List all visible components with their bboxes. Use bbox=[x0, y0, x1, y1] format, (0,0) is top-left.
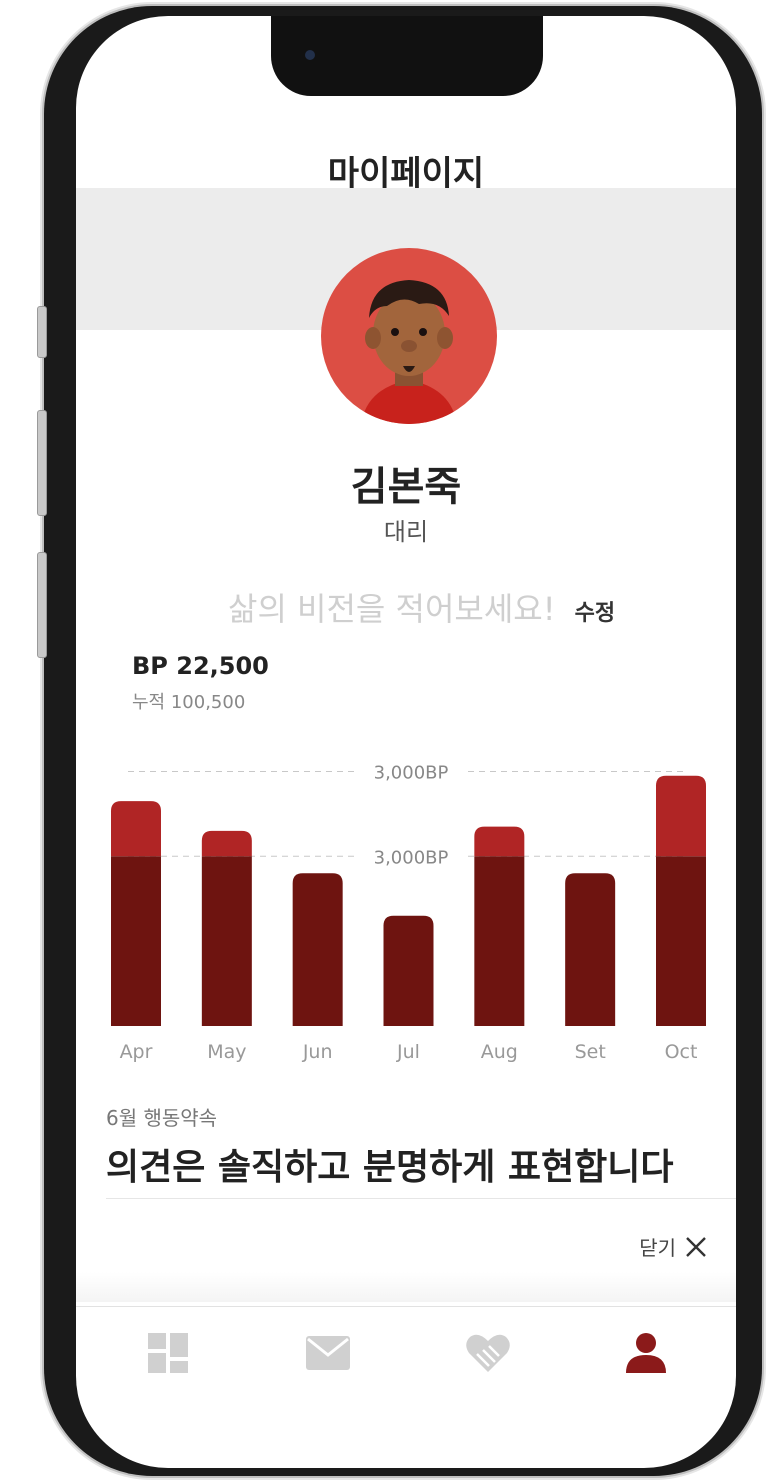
notch bbox=[271, 16, 543, 96]
bar-oct bbox=[656, 856, 706, 1026]
bar-may bbox=[201, 856, 252, 1026]
heart-hands-icon bbox=[466, 1334, 510, 1372]
tab-mail[interactable] bbox=[304, 1329, 352, 1377]
bar-upper-may bbox=[201, 830, 252, 857]
close-icon bbox=[686, 1236, 706, 1257]
promise-text: 의견은 솔직하고 분명하게 표현합니다 bbox=[106, 1147, 674, 1188]
user-role: 대리 bbox=[383, 518, 429, 546]
x-tick-label: Aug bbox=[481, 1041, 518, 1063]
bar-upper-oct bbox=[656, 775, 706, 857]
x-tick-label: Set bbox=[575, 1041, 606, 1063]
tab-profile[interactable] bbox=[622, 1329, 670, 1377]
bp-balance: BP 22,500 bbox=[132, 652, 269, 680]
bp-monthly-chart: 3,000BP 3,000BP Apr May Jun Jul Aug Set Oct bbox=[111, 762, 706, 1063]
phone-screen: 마이페이지 김본죽 대리 삶의 비전을 적어보세요! 수정 BP 22,500 … bbox=[76, 16, 736, 1468]
divider bbox=[106, 1198, 736, 1199]
x-tick-label: May bbox=[207, 1041, 246, 1063]
user-name: 김본죽 bbox=[350, 464, 462, 510]
edit-vision-button[interactable]: 수정 bbox=[575, 601, 615, 626]
reference-line-label: 3,000BP bbox=[374, 762, 449, 783]
profile-icon bbox=[626, 1333, 666, 1373]
dashboard-icon bbox=[148, 1333, 188, 1373]
bar-set bbox=[565, 873, 616, 1026]
tab-dashboard[interactable] bbox=[144, 1329, 192, 1377]
x-tick-label: Jun bbox=[302, 1041, 333, 1063]
bar-jun bbox=[292, 873, 343, 1026]
phone-side-button bbox=[37, 410, 47, 516]
x-tick-label: Jul bbox=[396, 1041, 420, 1063]
bar-jul bbox=[383, 915, 434, 1026]
bar-upper-aug bbox=[474, 826, 525, 857]
phone-side-button bbox=[37, 306, 47, 358]
x-tick-label: Apr bbox=[120, 1041, 153, 1063]
close-button[interactable]: 닫기 bbox=[639, 1232, 708, 1261]
sheet-edge bbox=[76, 1272, 736, 1302]
reference-line-label: 3,000BP bbox=[374, 847, 449, 868]
front-camera bbox=[305, 50, 315, 60]
bar-apr bbox=[111, 856, 161, 1026]
mail-icon bbox=[306, 1336, 350, 1370]
avatar-image bbox=[361, 280, 457, 424]
bar-upper-apr bbox=[111, 801, 161, 857]
bottom-tab-bar bbox=[76, 1306, 736, 1387]
phone-side-button bbox=[37, 552, 47, 658]
bp-cumulative: 누적 100,500 bbox=[132, 692, 246, 713]
promise-label: 6월 행동약속 bbox=[106, 1106, 218, 1130]
avatar[interactable] bbox=[321, 248, 497, 424]
tab-heart[interactable] bbox=[464, 1329, 512, 1377]
vision-row: 삶의 비전을 적어보세요! 수정 bbox=[228, 584, 615, 630]
x-tick-label: Oct bbox=[665, 1041, 698, 1063]
bar-aug bbox=[474, 856, 525, 1026]
close-label: 닫기 bbox=[639, 1236, 676, 1260]
vision-input[interactable]: 삶의 비전을 적어보세요! bbox=[228, 590, 556, 628]
